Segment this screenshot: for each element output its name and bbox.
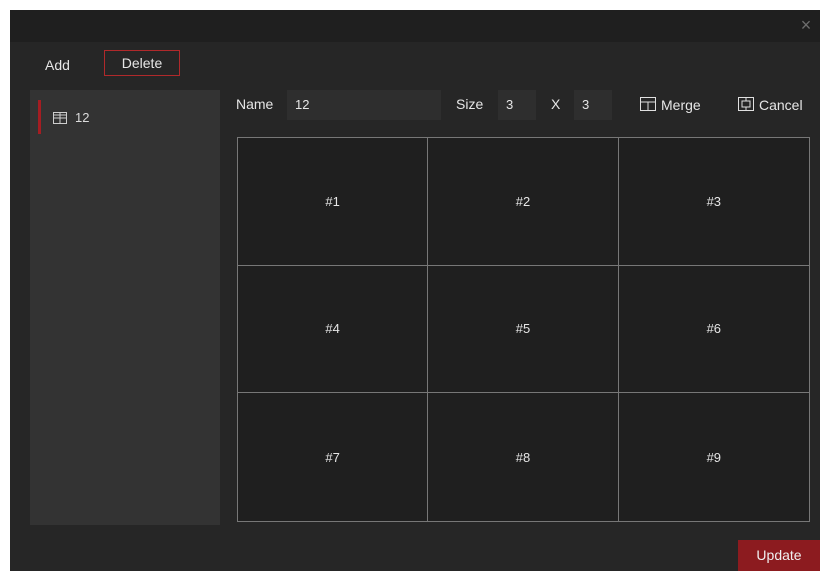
size-rows-input[interactable]: 3 [498, 90, 536, 120]
grid-cell[interactable]: #4 [238, 265, 429, 394]
add-button[interactable]: Add [45, 53, 70, 77]
grid-cell[interactable]: #5 [428, 265, 619, 394]
selected-indicator [38, 100, 41, 134]
layout-list-item[interactable]: 12 [38, 100, 220, 134]
delete-button[interactable]: Delete [104, 50, 180, 76]
grid-cell[interactable]: #3 [618, 138, 809, 266]
size-cols-input[interactable]: 3 [574, 90, 612, 120]
name-label: Name [236, 96, 274, 112]
title-bar: × [10, 10, 820, 42]
layout-dialog: × Add Delete 12 Name 12 Size 3 X 3 Merge… [10, 10, 820, 571]
grid-cell[interactable]: #2 [428, 138, 619, 266]
layout-icon [53, 111, 67, 124]
merge-icon [640, 96, 661, 114]
layout-grid: #1 #2 #3 #4 #5 #6 #7 #8 #9 [237, 137, 810, 522]
close-icon[interactable]: × [796, 15, 816, 35]
merge-button[interactable]: Merge [640, 94, 701, 116]
grid-cell[interactable]: #9 [619, 393, 809, 521]
split-icon [738, 96, 759, 114]
layout-form: Name 12 Size 3 X 3 Merge Cancel [236, 90, 820, 120]
size-x-label: X [551, 96, 561, 112]
layout-list: 12 [30, 90, 220, 525]
cancel-merge-button[interactable]: Cancel [738, 94, 803, 116]
update-button[interactable]: Update [738, 540, 820, 571]
grid-cell[interactable]: #1 [238, 138, 429, 266]
size-label: Size [456, 96, 484, 112]
cancel-label: Cancel [759, 97, 803, 113]
name-input[interactable]: 12 [287, 90, 441, 120]
grid-cell[interactable]: #7 [238, 393, 429, 521]
grid-cell[interactable]: #6 [618, 266, 809, 394]
layout-list-item-label: 12 [75, 109, 90, 125]
merge-label: Merge [661, 97, 701, 113]
grid-cell[interactable]: #8 [428, 393, 619, 521]
